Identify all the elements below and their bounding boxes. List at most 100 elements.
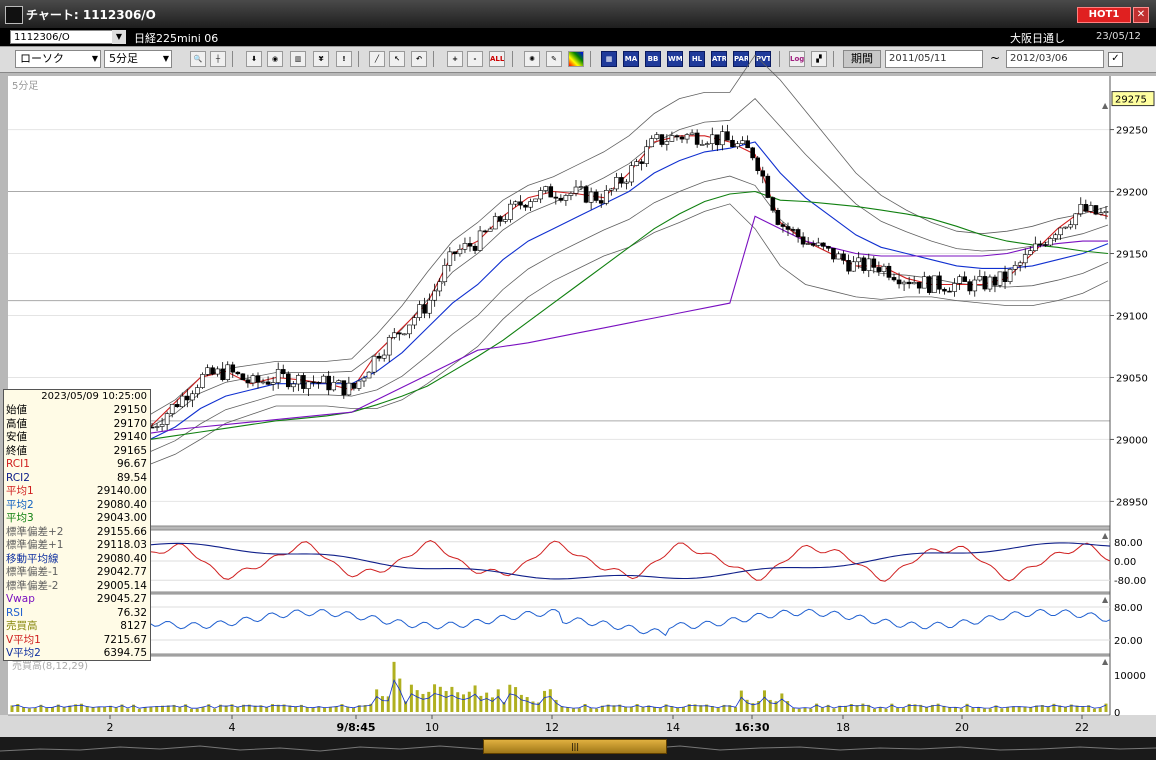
candle-body (836, 253, 841, 260)
candle-body (745, 140, 750, 149)
candle-body (391, 332, 397, 338)
candle-body (523, 204, 528, 208)
volume-bar (525, 697, 529, 712)
info-row: Vwap 29045.27 (6, 593, 147, 606)
candle-body (311, 381, 316, 384)
candle-body (245, 379, 251, 384)
info-value: 29140 (113, 431, 147, 443)
candle-body (916, 282, 922, 289)
candle-body (704, 143, 710, 145)
candle-body (1073, 213, 1079, 226)
volume-bar (641, 706, 645, 712)
info-value: 29045.27 (96, 593, 147, 605)
candle-body (624, 181, 629, 184)
candle-body (179, 395, 185, 408)
candle-body (422, 304, 427, 314)
candle-body (679, 136, 685, 140)
info-row: 標準偏差+2 29155.66 (6, 526, 147, 539)
candle-body (730, 139, 735, 148)
time-tick-label: 12 (545, 721, 559, 734)
current-price-label: 29275 (1115, 95, 1147, 106)
candle-body (1058, 227, 1063, 236)
candle-body (346, 382, 352, 396)
chart-area[interactable]: 5分足2925029200291502910029050290002895029… (0, 0, 1156, 760)
volume-bar (577, 708, 581, 712)
rci-tick-label: 0.00 (1114, 557, 1136, 568)
candle-body (1093, 205, 1099, 215)
info-timestamp: 2023/05/09 10:25:00 (41, 391, 147, 402)
candle-body (336, 380, 342, 383)
volume-bar (1000, 708, 1004, 712)
info-row: 標準偏差-1 29042.77 (6, 566, 147, 579)
pane-arrow-icon: ▲ (1102, 657, 1109, 666)
rci-tick-label: 80.00 (1114, 538, 1143, 549)
candle-body (1068, 224, 1073, 228)
candle-body (982, 276, 988, 290)
candle-body (735, 143, 740, 148)
info-value: 7215.67 (103, 633, 147, 646)
scroll-thumb[interactable]: ||| (483, 739, 667, 754)
time-tick-label: 20 (955, 721, 969, 734)
info-value: 76.32 (116, 606, 147, 619)
volume-bar (265, 707, 269, 712)
candle-body (821, 242, 826, 247)
candle-body (159, 424, 165, 427)
info-row: 売買高 8127 (6, 620, 147, 633)
volume-tick-label: 0 (1114, 708, 1120, 719)
candle-body (553, 196, 559, 199)
info-label: 標準偏差-1 (6, 566, 59, 578)
volume-bar (954, 707, 958, 712)
time-tick-label: 2 (107, 721, 114, 734)
rsi-tick-label: 20.00 (1114, 636, 1143, 647)
info-label: 売買高 (6, 620, 38, 632)
candle-body (508, 203, 513, 220)
candle-body (164, 413, 170, 425)
price-tick-label: 29050 (1116, 373, 1148, 384)
info-label: 平均1 (6, 485, 34, 497)
candle-body (472, 245, 478, 251)
candle-body (437, 281, 443, 292)
volume-bar (1006, 706, 1010, 712)
candle-body (720, 131, 725, 146)
candle-body (321, 375, 326, 384)
candle-body (1083, 204, 1089, 212)
candle-body (775, 210, 781, 225)
info-row: 標準偏差+1 29118.03 (6, 539, 147, 552)
volume-bar (126, 708, 130, 712)
candle-body (210, 367, 215, 375)
volume-bar (479, 695, 483, 712)
candle-body (947, 290, 952, 293)
candle-body (1048, 238, 1053, 246)
info-label: V平均2 (6, 647, 41, 659)
candle-body (492, 216, 498, 230)
candle-body (694, 132, 700, 145)
candle-body (462, 243, 468, 250)
volume-bar (149, 706, 153, 712)
volume-bar (548, 689, 552, 712)
info-value: 29080.40 (96, 498, 147, 511)
info-label: 終値 (6, 444, 27, 457)
info-row: 高値 29170 (6, 418, 147, 431)
candle-body (785, 226, 791, 230)
volume-bar (988, 708, 992, 712)
info-value: 96.67 (116, 458, 147, 470)
volume-bar (386, 696, 390, 712)
candle-body (740, 140, 745, 145)
candle-body (906, 281, 912, 285)
candle-body (664, 141, 670, 145)
volume-bar (51, 707, 55, 712)
volume-bar (514, 687, 518, 712)
info-row: 平均1 29140.00 (6, 485, 147, 498)
candle-body (477, 230, 483, 251)
candle-body (467, 243, 473, 247)
candle-body (513, 201, 518, 205)
candle-body (689, 132, 695, 135)
volume-bar (461, 694, 465, 712)
candle-body (402, 333, 407, 336)
candle-body (649, 138, 655, 148)
volume-bar (566, 707, 570, 712)
candle-body (412, 317, 417, 326)
volume-bar (137, 708, 141, 712)
candle-body (376, 355, 382, 359)
volume-bar (681, 706, 685, 712)
